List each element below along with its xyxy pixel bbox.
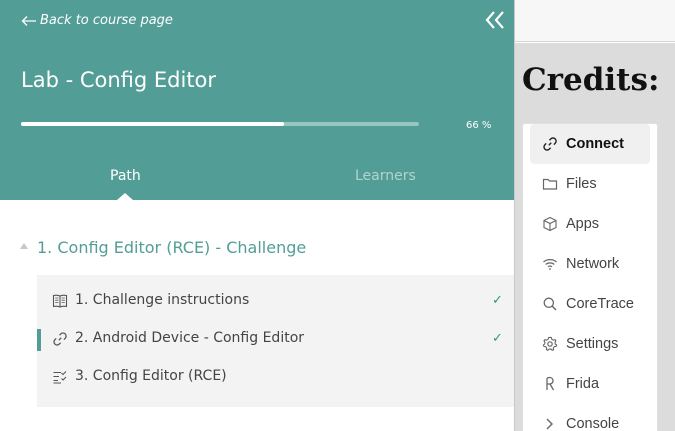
- device-menu: Connect Files Apps Network CoreTrace Set…: [522, 123, 658, 431]
- link-icon: [53, 332, 67, 346]
- book-icon: [52, 294, 68, 308]
- menu-label: Connect: [566, 136, 624, 152]
- step-complete-check-icon: ✓: [492, 293, 503, 308]
- menu-item-connect[interactable]: Connect: [530, 124, 650, 164]
- collapse-panel-icon[interactable]: [483, 8, 507, 32]
- course-panel: Back to course page Lab - Config Editor …: [0, 0, 514, 431]
- credits-panel: Credits: Connect Files Apps Network Core…: [515, 43, 675, 431]
- step-complete-check-icon: ✓: [492, 331, 503, 346]
- course-title: Lab - Config Editor: [21, 68, 217, 92]
- tab-learners[interactable]: Learners: [355, 168, 416, 184]
- progress-percent: 66 %: [466, 120, 492, 131]
- menu-item-frida[interactable]: Frida: [530, 364, 650, 404]
- step-label: 1. Challenge instructions: [75, 292, 250, 308]
- arrow-left-icon: [21, 15, 36, 26]
- menu-label: Files: [566, 176, 597, 192]
- steps-list: 1. Challenge instructions ✓ 2. Android D…: [37, 275, 514, 407]
- gear-icon: [542, 336, 558, 351]
- step-label: 2. Android Device - Config Editor: [75, 330, 305, 346]
- back-to-course-link[interactable]: Back to course page: [21, 13, 173, 28]
- cube-icon: [543, 216, 557, 232]
- checklist-icon: [53, 371, 67, 384]
- menu-item-settings[interactable]: Settings: [530, 324, 650, 364]
- menu-item-files[interactable]: Files: [530, 164, 650, 204]
- step-label: 3. Config Editor (RCE): [75, 368, 227, 384]
- menu-label: CoreTrace: [566, 296, 634, 312]
- tab-path[interactable]: Path: [110, 168, 141, 184]
- menu-label: Apps: [566, 216, 600, 232]
- link-icon: [543, 137, 557, 151]
- menu-label: Network: [566, 256, 620, 272]
- section-collapse-toggle[interactable]: [20, 243, 28, 249]
- progress-bar: [21, 122, 419, 126]
- menu-item-apps[interactable]: Apps: [530, 204, 650, 244]
- right-topbar: [515, 0, 675, 42]
- credits-title: Credits:: [522, 62, 660, 98]
- folder-icon: [542, 178, 558, 190]
- section-title[interactable]: 1. Config Editor (RCE) - Challenge: [37, 238, 306, 257]
- frida-icon: [546, 376, 555, 391]
- back-link-label: Back to course page: [40, 13, 173, 28]
- step-item-challenge-instructions[interactable]: 1. Challenge instructions ✓: [37, 282, 514, 320]
- step-item-android-device[interactable]: 2. Android Device - Config Editor ✓: [37, 320, 514, 358]
- chevron-right-icon: [546, 418, 553, 430]
- menu-label: Settings: [566, 336, 619, 352]
- step-item-config-editor-rce[interactable]: 3. Config Editor (RCE): [37, 358, 514, 396]
- menu-item-console[interactable]: Console: [530, 404, 650, 431]
- menu-label: Console: [566, 416, 620, 431]
- active-tab-indicator: [117, 193, 133, 200]
- menu-item-coretrace[interactable]: CoreTrace: [530, 284, 650, 324]
- progress-bar-fill: [21, 122, 284, 126]
- search-icon: [543, 297, 557, 311]
- menu-item-network[interactable]: Network: [530, 244, 650, 284]
- course-header: Back to course page Lab - Config Editor …: [0, 0, 514, 200]
- wifi-icon: [543, 259, 557, 270]
- menu-label: Frida: [566, 376, 600, 392]
